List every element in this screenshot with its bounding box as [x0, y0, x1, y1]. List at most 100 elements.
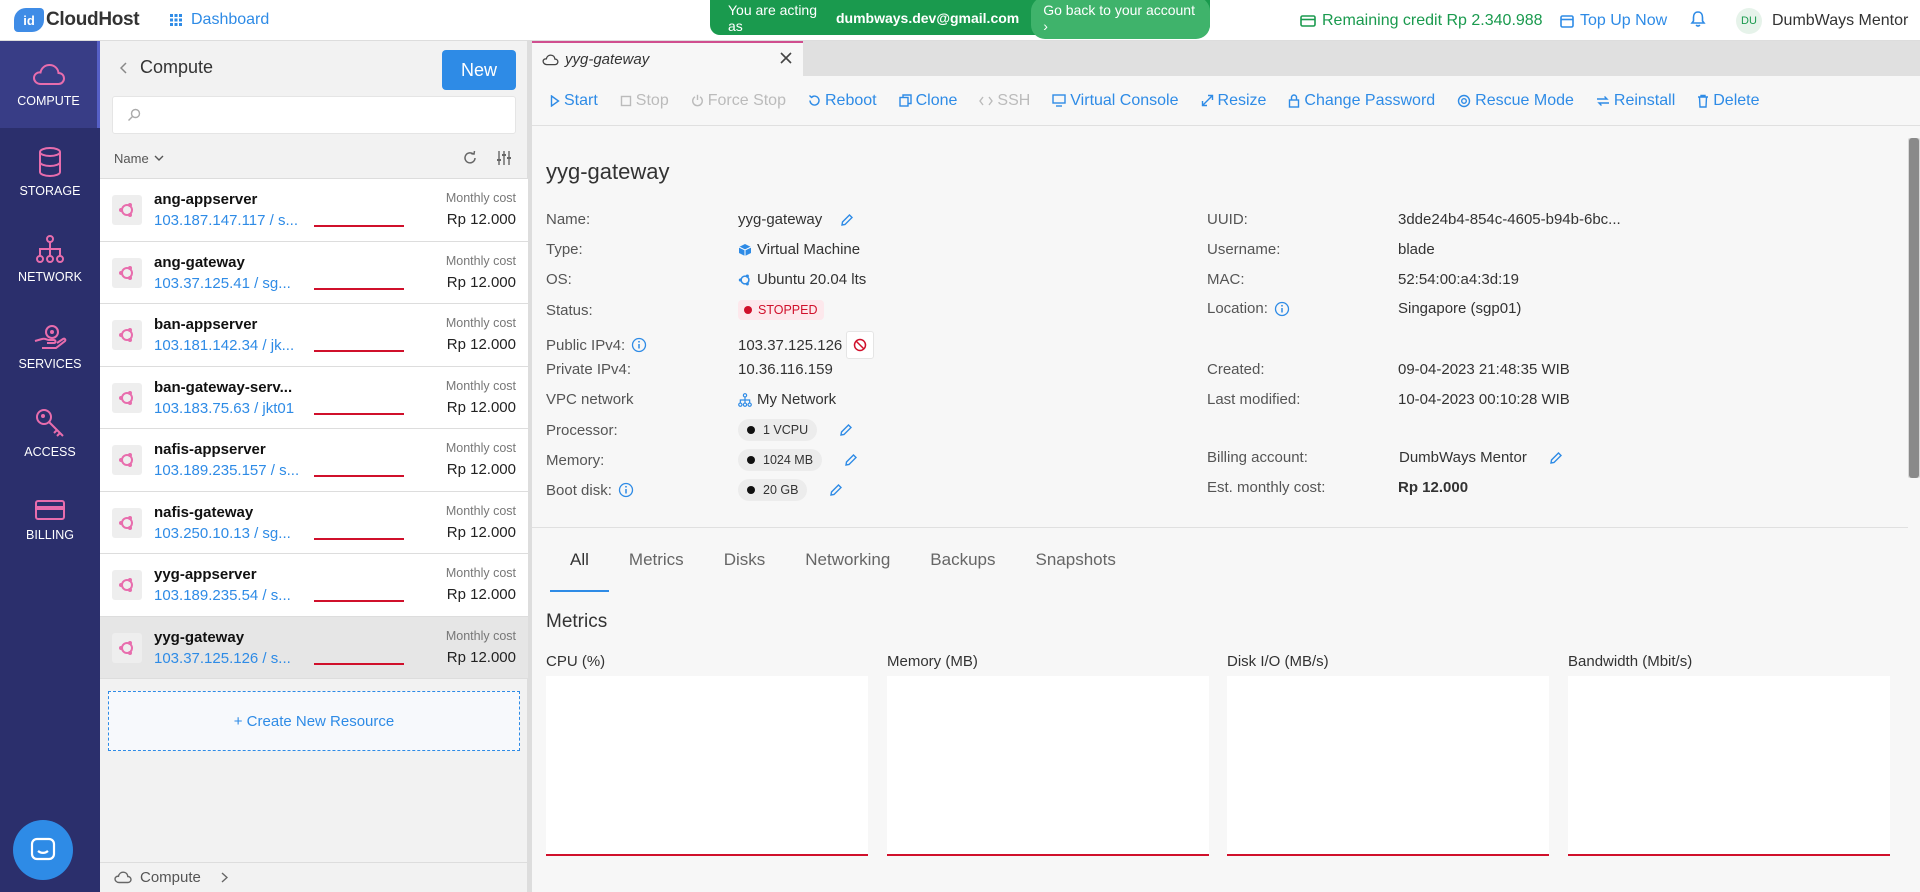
item-name: ban-appserver	[154, 316, 258, 333]
item-ip: 103.187.147.117 / s...	[154, 212, 299, 229]
uuid-link[interactable]: 3dde24b4-854c-4605-b94b-6bc...	[1398, 211, 1621, 228]
tab-metrics[interactable]: Metrics	[609, 546, 704, 592]
cost-sparkline	[314, 475, 404, 477]
list-item[interactable]: yyg-appserver 103.189.235.54 / s... Mont…	[100, 554, 528, 617]
virtual-console-button[interactable]: Virtual Console	[1052, 92, 1179, 110]
reinstall-button[interactable]: Reinstall	[1596, 92, 1675, 110]
prop-label: VPC network	[546, 391, 634, 408]
close-icon[interactable]	[779, 51, 793, 65]
list-footer[interactable]: Compute	[100, 862, 528, 892]
item-name: yyg-appserver	[154, 566, 257, 583]
edit-icon[interactable]	[829, 483, 843, 497]
prop-value: Rp 12.000	[1398, 479, 1469, 496]
edit-icon[interactable]	[1549, 451, 1563, 465]
chat-button[interactable]	[13, 820, 73, 880]
logo-badge: id	[14, 8, 44, 32]
unassign-ip-button[interactable]	[846, 331, 875, 359]
delete-label: Delete	[1713, 91, 1760, 109]
cost-sparkline	[314, 662, 404, 665]
tab-networking[interactable]: Networking	[785, 546, 910, 592]
action-toolbar: Start Stop Force Stop Reboot Clone SSH V…	[532, 76, 1920, 126]
info-icon[interactable]	[631, 337, 647, 353]
refresh-icon[interactable]	[462, 150, 478, 166]
change-password-button[interactable]: Change Password	[1288, 92, 1435, 110]
nav-label-network: NETWORK	[18, 269, 82, 284]
top-up-link[interactable]: Top Up Now	[1560, 12, 1667, 30]
list-item[interactable]: nafis-appserver 103.189.235.157 / s... M…	[100, 429, 528, 492]
chart-area[interactable]	[1227, 676, 1549, 856]
info-icon[interactable]	[1274, 301, 1290, 317]
ubuntu-icon	[112, 382, 142, 413]
sort-by-name[interactable]: Name	[114, 151, 164, 166]
rescue-mode-button[interactable]: Rescue Mode	[1457, 92, 1574, 110]
logo[interactable]: id CloudHost	[14, 8, 140, 32]
services-icon	[34, 324, 67, 349]
edit-icon[interactable]	[840, 213, 854, 227]
nav-item-storage[interactable]: STORAGE	[0, 128, 100, 215]
network-icon	[738, 392, 752, 407]
chip-text: 1 VCPU	[763, 423, 809, 437]
bell-icon[interactable]	[1690, 10, 1706, 32]
delete-button[interactable]: Delete	[1697, 91, 1760, 110]
tab-yyg-gateway[interactable]: yyg-gateway	[532, 41, 803, 76]
nav-item-services[interactable]: SERVICES	[0, 302, 100, 389]
chevron-right-icon	[221, 872, 228, 883]
nav-item-access[interactable]: ACCESS	[0, 389, 100, 476]
ubuntu-icon	[112, 195, 142, 225]
ubuntu-icon	[112, 320, 142, 350]
info-icon[interactable]	[618, 482, 634, 498]
public-ip-link[interactable]: 103.37.125.126	[738, 337, 842, 354]
chart-area[interactable]	[1568, 676, 1890, 856]
prop-value: 10.36.116.159	[738, 361, 833, 378]
processor-chip: 1 VCPU	[738, 419, 818, 441]
chip-dot	[747, 426, 755, 434]
tab-disks[interactable]: Disks	[704, 546, 786, 592]
filter-settings-icon[interactable]	[496, 150, 512, 166]
list-item[interactable]: ang-gateway 103.37.125.41 / sg... Monthl…	[100, 241, 528, 304]
lifebuoy-icon	[1457, 94, 1471, 107]
prop-public-ip: Public IPv4: 103.37.125.126	[546, 331, 875, 359]
cost-sparkline	[314, 287, 404, 290]
clone-button[interactable]: Clone	[898, 92, 957, 110]
back-to-account-button[interactable]: Go back to your account ›	[1031, 0, 1210, 39]
edit-icon[interactable]	[844, 453, 858, 467]
sort-label: Name	[114, 151, 149, 166]
back-link[interactable]: Compute	[120, 57, 213, 78]
stop-button[interactable]: Stop	[620, 92, 669, 110]
list-item[interactable]: yyg-gateway 103.37.125.126 / s... Monthl…	[100, 616, 528, 679]
tab-backups[interactable]: Backups	[910, 546, 1015, 592]
dashboard-link[interactable]: Dashboard	[170, 11, 269, 29]
nav-item-billing[interactable]: BILLING	[0, 476, 100, 563]
chip-dot	[747, 486, 755, 494]
nav-item-network[interactable]: NETWORK	[0, 215, 100, 302]
bandwidth-chart: Bandwidth (Mbit/s)	[1568, 653, 1890, 856]
ssh-button[interactable]: SSH	[979, 92, 1030, 110]
tab-snapshots[interactable]: Snapshots	[1016, 546, 1136, 592]
list-item[interactable]: nafis-gateway 103.250.10.13 / sg... Mont…	[100, 491, 528, 554]
edit-icon[interactable]	[839, 423, 853, 437]
key-icon	[36, 408, 64, 437]
list-item[interactable]: ban-appserver 103.181.142.34 / jk... Mon…	[100, 304, 528, 367]
list-item[interactable]: ang-appserver 103.187.147.117 / s... Mon…	[100, 179, 528, 242]
user-menu[interactable]: DU DumbWays Mentor	[1736, 8, 1908, 34]
reboot-button[interactable]: Reboot	[808, 92, 877, 110]
item-ip: 103.189.235.54 / s...	[154, 587, 291, 604]
tab-all[interactable]: All	[550, 546, 609, 592]
side-nav: COMPUTE STORAGE NETWORK SERVICES ACCESS …	[0, 41, 100, 892]
force-stop-button[interactable]: Force Stop	[691, 92, 786, 110]
scrollbar[interactable]	[1908, 138, 1920, 478]
chart-baseline	[887, 854, 1209, 856]
create-new-resource-button[interactable]: + Create New Resource	[108, 691, 520, 751]
resize-button[interactable]: Resize	[1201, 92, 1266, 110]
chart-area[interactable]	[546, 676, 868, 856]
stop-icon	[620, 95, 631, 106]
start-button[interactable]: Start	[550, 92, 598, 110]
ubuntu-icon	[112, 257, 142, 288]
chart-area[interactable]	[887, 676, 1209, 856]
nav-item-compute[interactable]: COMPUTE	[0, 41, 100, 128]
search-input[interactable]	[112, 96, 516, 134]
item-ip: 103.250.10.13 / sg...	[154, 524, 291, 542]
scrollbar-thumb[interactable]	[1909, 138, 1919, 478]
list-item[interactable]: ban-gateway-serv... 103.183.75.63 / jkt0…	[100, 366, 528, 429]
new-button[interactable]: New	[442, 50, 516, 90]
